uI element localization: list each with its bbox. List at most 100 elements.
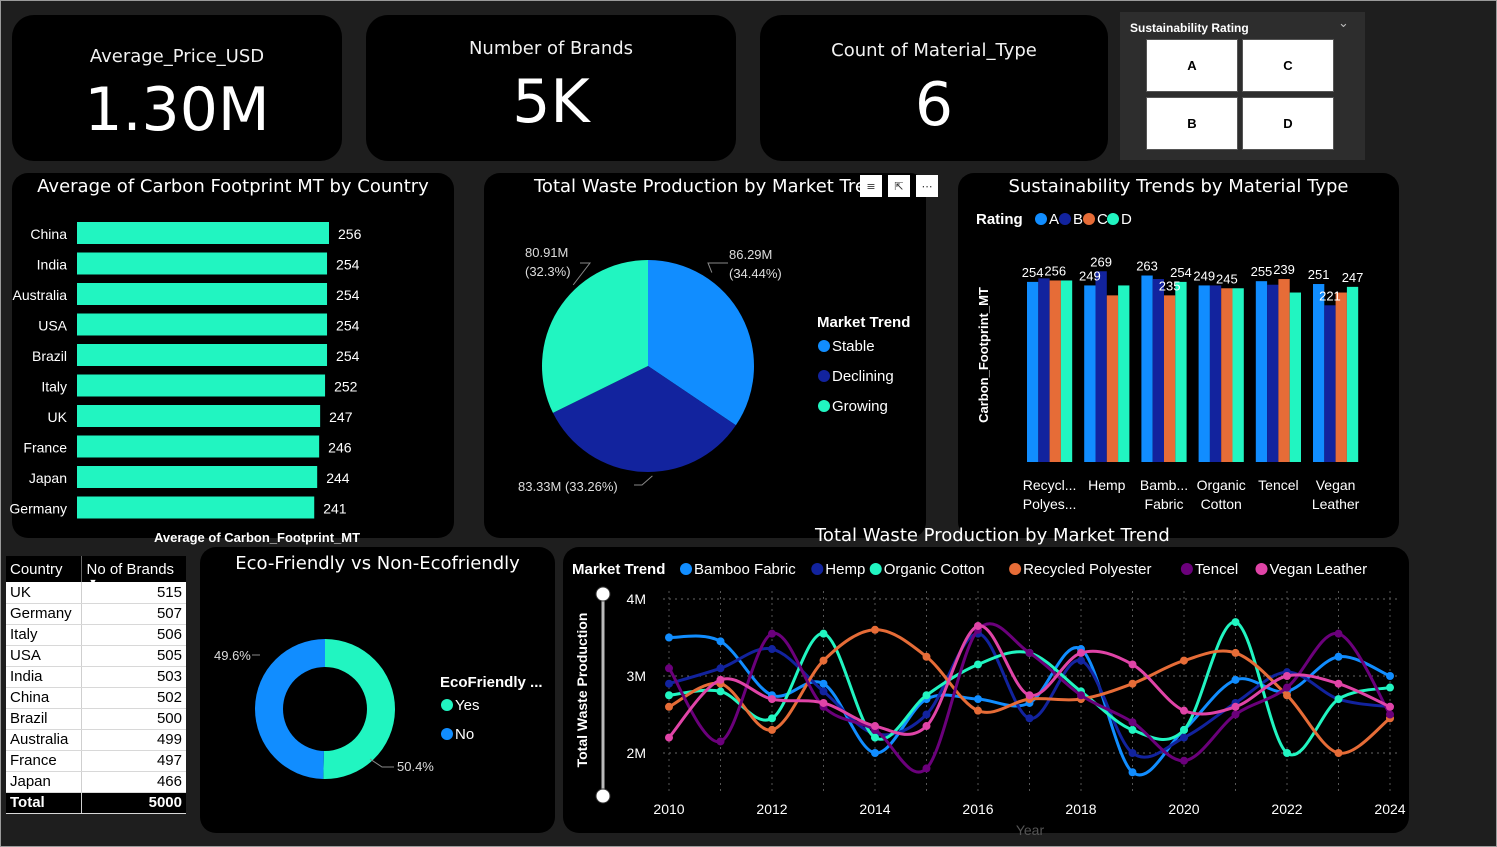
line-point[interactable]: [665, 633, 673, 642]
material-bar[interactable]: [1141, 275, 1153, 462]
legend-marker-icon[interactable]: [1255, 563, 1268, 575]
kpi-card-count-material-type[interactable]: Count of Material_Type 6: [760, 15, 1108, 161]
material-bar[interactable]: [1267, 284, 1279, 462]
table-row[interactable]: France 497: [6, 750, 186, 772]
material-bar[interactable]: [1118, 285, 1130, 462]
material-bar[interactable]: [1175, 281, 1187, 462]
legend-marker-icon[interactable]: [869, 563, 882, 575]
material-bar[interactable]: [1198, 285, 1210, 462]
line-point[interactable]: [974, 695, 982, 704]
line-point[interactable]: [1128, 725, 1137, 734]
country-bar[interactable]: [77, 466, 318, 488]
slicer-option-a[interactable]: A: [1146, 39, 1238, 92]
line-legend-item[interactable]: Organic Cotton: [884, 561, 985, 578]
table-header-brands[interactable]: No of Brands ▼: [81, 556, 186, 587]
line-point[interactable]: [716, 687, 725, 696]
legend-marker-icon[interactable]: [441, 728, 453, 740]
line-point[interactable]: [1334, 679, 1343, 688]
donut-legend-item[interactable]: No: [455, 726, 474, 743]
table-row[interactable]: USA 505: [6, 645, 186, 667]
line-point[interactable]: [1231, 675, 1240, 684]
line-point[interactable]: [1180, 706, 1188, 715]
line-point[interactable]: [1231, 648, 1240, 657]
material-bar[interactable]: [1278, 279, 1290, 462]
line-legend-item[interactable]: Tencel: [1195, 561, 1238, 578]
line-point[interactable]: [1128, 749, 1137, 757]
zoom-slider-handle[interactable]: [595, 586, 611, 602]
material-bar[interactable]: [1027, 281, 1039, 462]
line-point[interactable]: [665, 702, 673, 711]
line-point[interactable]: [1128, 660, 1137, 669]
line-point[interactable]: [1128, 718, 1137, 727]
line-point[interactable]: [768, 645, 776, 654]
material-bar[interactable]: [1221, 288, 1233, 462]
legend-marker-icon[interactable]: [1180, 563, 1193, 575]
line-point[interactable]: [1077, 656, 1085, 665]
line-point[interactable]: [716, 637, 725, 646]
material-bar[interactable]: [1095, 271, 1107, 462]
line-legend-item[interactable]: Bamboo Fabric: [694, 561, 796, 578]
line-point[interactable]: [819, 679, 828, 688]
line-legend-item[interactable]: Vegan Leather: [1270, 561, 1368, 578]
line-point[interactable]: [1180, 756, 1188, 765]
material-bar[interactable]: [1232, 288, 1244, 462]
line-point[interactable]: [819, 698, 828, 707]
line-point[interactable]: [1386, 710, 1394, 719]
legend-marker-icon[interactable]: [1035, 213, 1047, 225]
line-point[interactable]: [1386, 672, 1394, 680]
legend-marker-icon[interactable]: [818, 400, 830, 412]
line-point[interactable]: [922, 710, 931, 719]
line-point[interactable]: [1283, 672, 1291, 680]
pie-legend-item[interactable]: Growing: [832, 398, 888, 415]
slicer-option-c[interactable]: C: [1242, 39, 1334, 92]
country-bar[interactable]: [77, 496, 315, 519]
country-bar[interactable]: [77, 222, 329, 244]
material-bar[interactable]: [1324, 305, 1336, 462]
table-row[interactable]: Italy 506: [6, 624, 186, 646]
table-row[interactable]: China 502: [6, 687, 186, 709]
line-point[interactable]: [768, 725, 776, 734]
table-row[interactable]: Australia 499: [6, 729, 186, 751]
material-bar[interactable]: [1313, 284, 1325, 462]
material-bar[interactable]: [1335, 292, 1347, 462]
country-bar[interactable]: [77, 344, 328, 366]
line-point[interactable]: [1283, 749, 1291, 757]
legend-marker-icon[interactable]: [1107, 213, 1119, 225]
material-bar[interactable]: [1060, 280, 1073, 462]
legend-marker-icon[interactable]: [818, 370, 830, 382]
line-legend-item[interactable]: Recycled Polyester: [1023, 561, 1151, 578]
line-point[interactable]: [665, 679, 673, 688]
table-header-country[interactable]: Country: [6, 556, 82, 582]
line-point[interactable]: [1334, 629, 1343, 638]
line-point[interactable]: [819, 687, 828, 696]
line-point[interactable]: [871, 722, 879, 731]
line-point[interactable]: [1283, 691, 1291, 700]
material-bar[interactable]: [1106, 295, 1119, 462]
line-point[interactable]: [922, 652, 931, 661]
line-point[interactable]: [1386, 702, 1394, 711]
slicer-option-d[interactable]: D: [1242, 97, 1334, 150]
material-bar[interactable]: [1084, 285, 1096, 462]
material-bar[interactable]: [1346, 286, 1359, 462]
line-point[interactable]: [1180, 656, 1188, 665]
chevron-down-icon[interactable]: ⌄: [1338, 16, 1349, 31]
line-point[interactable]: [1386, 683, 1394, 692]
country-bar[interactable]: [77, 374, 326, 397]
line-point[interactable]: [974, 706, 982, 715]
country-bar[interactable]: [77, 283, 328, 305]
country-bar[interactable]: [77, 313, 328, 336]
line-point[interactable]: [1025, 648, 1034, 657]
donut-legend-item[interactable]: Yes: [455, 697, 479, 714]
material-bar[interactable]: [1164, 295, 1176, 462]
country-bar[interactable]: [77, 435, 320, 458]
line-point[interactable]: [768, 629, 776, 638]
line-point[interactable]: [716, 675, 725, 684]
line-point[interactable]: [974, 621, 982, 630]
line-point[interactable]: [1334, 695, 1343, 704]
line-point[interactable]: [665, 691, 673, 700]
table-row[interactable]: Japan 466: [6, 771, 186, 793]
line-point[interactable]: [1334, 652, 1343, 661]
line-point[interactable]: [819, 656, 828, 665]
material-bar[interactable]: [1152, 279, 1164, 462]
line-point[interactable]: [922, 691, 931, 700]
